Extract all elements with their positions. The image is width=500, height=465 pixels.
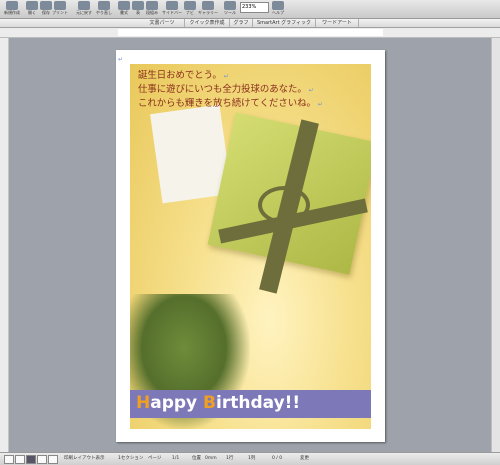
greeting-line: これからも輝きを放ち続けてくださいね。 ↵: [138, 98, 323, 109]
birthday-banner[interactable]: Happy Birthday!!: [130, 390, 371, 418]
greeting-line: 仕事に遊びにいつも全力投球のあなた。 ↵: [138, 84, 314, 95]
tab-quick-table[interactable]: クイック表作成: [185, 19, 230, 27]
gift-bow: [258, 186, 310, 224]
section-label: 1セクション: [118, 456, 144, 461]
banner-title: Happy Birthday!!: [136, 393, 301, 413]
gallery-button[interactable]: ギャラリー: [198, 1, 218, 17]
sidebar-icon: [166, 1, 178, 10]
zoom-field[interactable]: 233%: [240, 2, 269, 13]
page-label: ページ: [148, 456, 162, 461]
nav-button[interactable]: ナビ: [180, 1, 200, 17]
tool-button[interactable]: ツール: [220, 1, 240, 17]
word-count: 0 / 0: [272, 456, 283, 461]
print-button[interactable]: プリント: [50, 1, 70, 17]
track-changes[interactable]: 変更: [300, 455, 309, 463]
elements-gallery-tabs: 文書パーツ クイック表作成 グラフ SmartArt グラフィック ワードアート: [0, 19, 500, 28]
position-value: 0mm: [205, 456, 217, 461]
redo-icon: [98, 1, 110, 10]
view-notebook-button[interactable]: [37, 455, 47, 464]
page-value: 1/1: [172, 456, 180, 461]
columns-icon: [146, 1, 158, 10]
tab-smartart[interactable]: SmartArt グラフィック: [253, 19, 316, 27]
new-doc-icon: [6, 1, 18, 10]
tab-wordart[interactable]: ワードアート: [316, 19, 359, 27]
greeting-line: 誕生日おめでとう。 ↵: [138, 70, 229, 81]
standard-toolbar: 新規作成 開く 保存 プリント 元に戻す やり直し 書式 表 段組み サイドバー…: [0, 0, 500, 19]
vertical-scrollbar[interactable]: [491, 38, 500, 452]
help-icon: [272, 1, 284, 10]
view-print-button[interactable]: [26, 455, 36, 464]
view-outline-button[interactable]: [15, 455, 25, 464]
column-label: 1列: [248, 456, 256, 461]
columns-button[interactable]: 段組み: [142, 1, 162, 17]
new-doc-button[interactable]: 新規作成: [2, 1, 22, 17]
view-publish-button[interactable]: [48, 455, 58, 464]
tool-icon: [224, 1, 236, 10]
gift-photo[interactable]: 誕生日おめでとう。 ↵ 仕事に遊びにいつも全力投球のあなた。 ↵ これからも輝き…: [130, 64, 371, 429]
status-bar: 印刷レイアウト表示 1セクション ページ 1/1 位置 0mm 1行 1列 0 …: [0, 452, 500, 465]
line-label: 1行: [226, 456, 234, 461]
nav-icon: [184, 1, 196, 10]
horizontal-ruler[interactable]: [0, 28, 500, 38]
help-button[interactable]: ヘルプ: [268, 1, 288, 17]
undo-button[interactable]: 元に戻す: [74, 1, 94, 17]
view-draft-button[interactable]: [4, 455, 14, 464]
sidebar-button[interactable]: サイドバー: [162, 1, 182, 17]
document-page[interactable]: ↵ 誕生日おめでとう。 ↵ 仕事に遊びにいつも全力投球のあなた。 ↵ これからも…: [116, 50, 385, 442]
position-label: 位置: [192, 456, 201, 461]
greeting-text[interactable]: 誕生日おめでとう。 ↵ 仕事に遊びにいつも全力投球のあなた。 ↵ これからも輝き…: [138, 69, 370, 111]
print-icon: [54, 1, 66, 10]
undo-icon: [78, 1, 90, 10]
vertical-ruler[interactable]: [0, 38, 9, 452]
redo-button[interactable]: やり直し: [94, 1, 114, 17]
gallery-icon: [202, 1, 214, 10]
tab-chart[interactable]: グラフ: [230, 19, 253, 27]
tab-document-parts[interactable]: 文書パーツ: [140, 19, 185, 27]
paragraph-mark-icon: ↵: [118, 56, 124, 63]
view-mode-label: 印刷レイアウト表示: [64, 456, 105, 461]
ruler-text-area: [118, 29, 383, 36]
